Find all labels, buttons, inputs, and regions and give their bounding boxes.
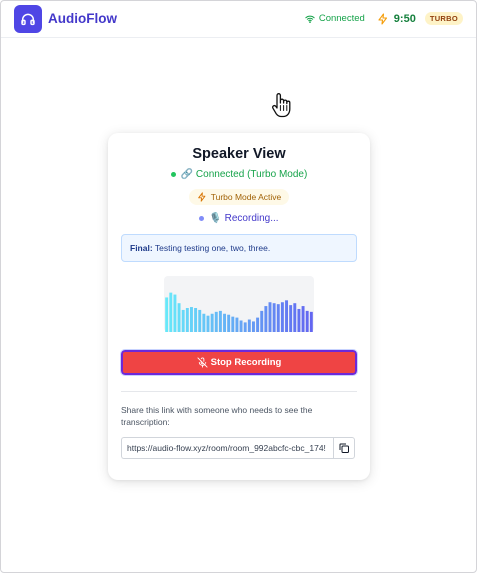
speaker-card: Speaker View 🔗 Connected (Turbo Mode) Tu… xyxy=(108,133,370,480)
clock-time: 9:50 xyxy=(393,12,416,25)
final-prefix: Final: xyxy=(130,243,153,253)
app-name: AudioFlow xyxy=(48,11,117,26)
waveform-bar xyxy=(177,303,181,332)
lightning-icon xyxy=(378,12,387,25)
turbo-badge: TURBO xyxy=(424,12,463,25)
waveform-bar xyxy=(297,308,301,332)
app-header: AudioFlow Connected 9:50 TURBO xyxy=(0,0,477,38)
audio-waveform xyxy=(164,276,314,332)
copy-link-button[interactable] xyxy=(333,436,355,459)
waveform-bar xyxy=(206,315,210,332)
lightning-icon xyxy=(197,192,206,202)
recording-label: 🎙️ Recording... xyxy=(209,213,279,224)
waveform-bar xyxy=(218,310,222,332)
waveform-bar xyxy=(280,302,284,332)
waveform-bar xyxy=(252,321,255,332)
waveform-bar xyxy=(272,303,276,332)
share-link-input[interactable] xyxy=(121,436,333,459)
waveform-bar xyxy=(276,304,280,332)
wifi-icon xyxy=(305,15,315,23)
waveform-bar xyxy=(223,313,226,332)
waveform-bar xyxy=(309,311,313,332)
final-text: Testing testing one, two, three. xyxy=(154,243,271,253)
mic-off-icon xyxy=(197,357,208,368)
turbo-mode-label: Turbo Mode Active xyxy=(210,192,282,202)
waveform-bar xyxy=(285,300,288,332)
connection-indicator: Connected xyxy=(305,13,365,24)
divider xyxy=(121,391,357,392)
waveform-bar xyxy=(247,319,251,332)
waveform-bar xyxy=(289,305,293,332)
waveform-bar xyxy=(173,294,177,332)
stop-recording-label: Stop Recording xyxy=(210,357,282,368)
recording-dot xyxy=(199,216,205,221)
connection-status-label: 🔗 Connected (Turbo Mode) xyxy=(180,169,308,180)
waveform-bar xyxy=(210,313,214,332)
waveform-bar xyxy=(194,308,198,332)
waveform-bar xyxy=(235,317,239,332)
waveform-bar xyxy=(169,292,173,332)
share-link-row xyxy=(121,436,357,459)
waveform-bar xyxy=(268,302,272,332)
waveform-bar xyxy=(190,307,193,332)
waveform-bar xyxy=(202,313,206,332)
final-transcript: Final: Testing testing one, two, three. xyxy=(121,234,357,262)
connection-status-text: Connected xyxy=(318,13,365,24)
waveform-bar xyxy=(264,306,268,332)
waveform-bar xyxy=(243,322,247,332)
waveform-bar xyxy=(214,311,218,332)
logo[interactable] xyxy=(14,4,42,33)
waveform-bar xyxy=(239,320,243,332)
share-instructions: Share this link with someone who needs t… xyxy=(121,405,313,428)
hand-cursor-icon xyxy=(272,93,291,118)
waveform-bar xyxy=(293,303,297,332)
waveform-svg xyxy=(165,292,313,332)
headphones-icon xyxy=(21,13,35,25)
stop-recording-button[interactable]: Stop Recording xyxy=(120,349,358,376)
waveform-bar xyxy=(305,310,309,332)
page-title: Speaker View xyxy=(192,146,286,162)
waveform-bar xyxy=(227,314,231,332)
status-dot xyxy=(170,172,176,177)
waveform-bar xyxy=(231,316,235,332)
copy-icon xyxy=(339,443,349,453)
waveform-bar xyxy=(181,309,185,332)
waveform-bar xyxy=(165,297,169,332)
recording-status: 🎙️ Recording... xyxy=(121,213,357,224)
waveform-bar xyxy=(301,306,305,332)
connection-status: 🔗 Connected (Turbo Mode) xyxy=(121,169,357,180)
waveform-bar xyxy=(198,309,202,332)
turbo-mode-badge: Turbo Mode Active xyxy=(188,189,290,205)
waveform-bar xyxy=(185,308,189,332)
waveform-bar xyxy=(260,310,264,332)
header-status: Connected 9:50 TURBO xyxy=(305,12,463,25)
waveform-bar xyxy=(256,317,260,332)
